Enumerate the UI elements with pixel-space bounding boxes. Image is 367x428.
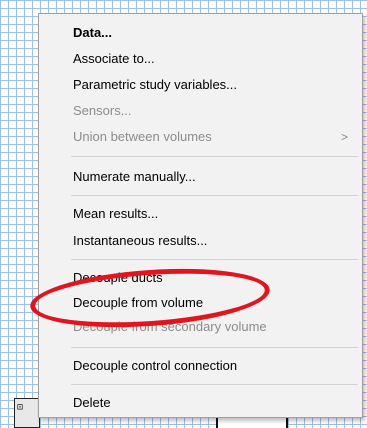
menu-item-sensors: Sensors... — [73, 103, 132, 118]
menu-item-numerate-manually[interactable]: Numerate manually... — [39, 166, 362, 188]
menu-item-union-between-volumes: Union between volumes > — [39, 126, 362, 148]
menu-separator — [71, 156, 358, 157]
menu-item-parametric-study-variables[interactable]: Parametric study variables... — [39, 74, 362, 96]
menu-separator — [71, 259, 358, 260]
menu-item-decouple-control-connection[interactable]: Decouple control connection — [39, 355, 362, 377]
diagram-node-icon[interactable]: ⊡ — [14, 398, 40, 428]
menu-separator — [71, 347, 358, 348]
menu-item-mean-results[interactable]: Mean results... — [39, 203, 362, 225]
menu-item-decouple-from-secondary-volume: Decouple from secondary volume — [73, 319, 267, 334]
menu-separator — [71, 384, 358, 385]
menu-item-label: Union between volumes — [73, 129, 212, 144]
context-menu: Data... Associate to... Parametric study… — [38, 13, 363, 418]
menu-item-data[interactable]: Data... — [39, 22, 362, 44]
menu-item-associate-to[interactable]: Associate to... — [39, 48, 362, 70]
menu-item-delete[interactable]: Delete — [39, 392, 362, 414]
submenu-arrow-icon: > — [340, 130, 348, 144]
menu-item-decouple-ducts[interactable]: Decouple ducts — [39, 267, 362, 289]
menu-item-instantaneous-results[interactable]: Instantaneous results... — [39, 230, 362, 252]
menu-item-decouple-from-volume[interactable]: Decouple from volume — [39, 292, 362, 314]
menu-separator — [71, 195, 358, 196]
node-mark-icon: ⊡ — [17, 402, 24, 413]
